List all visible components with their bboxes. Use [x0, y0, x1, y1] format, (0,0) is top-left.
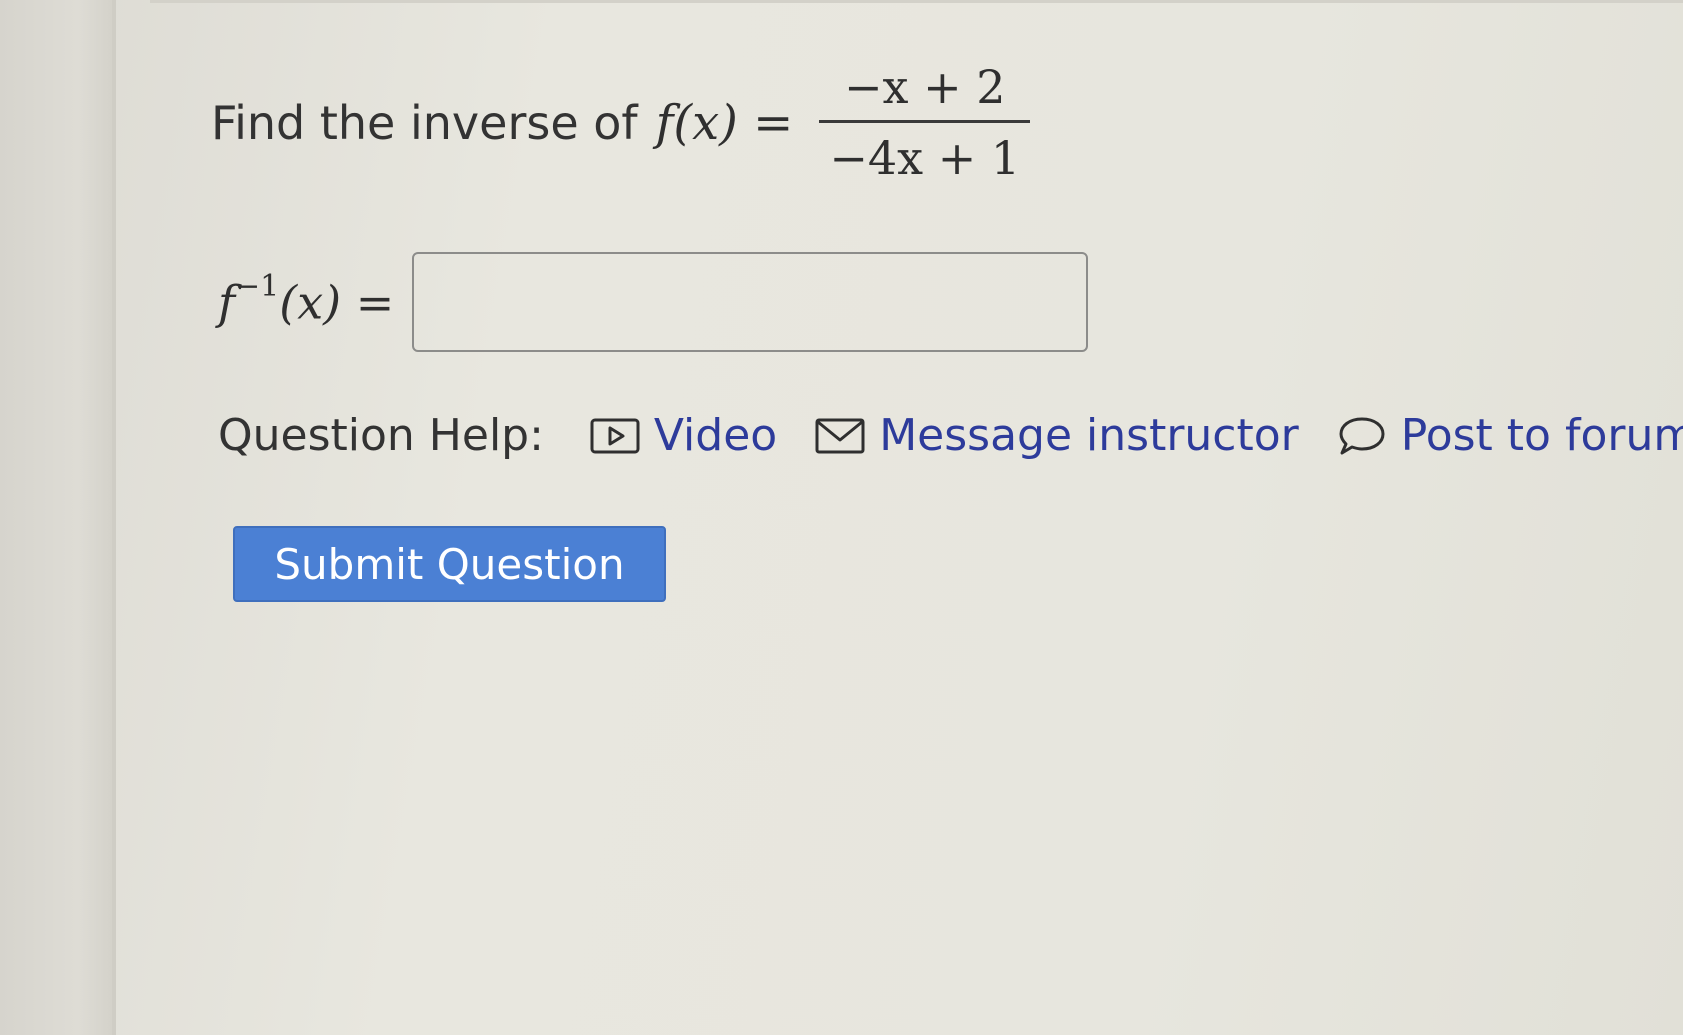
post-to-forum-link[interactable]: Post to forum	[1337, 410, 1683, 461]
answer-input[interactable]	[412, 252, 1089, 352]
video-play-icon	[590, 417, 640, 455]
video-link-label: Video	[653, 410, 778, 461]
question-help: Question Help: Video Message instructor	[218, 410, 1683, 461]
question-statement: Find the inverse of f(x) = −x + 2 −4x + …	[211, 60, 1031, 185]
post-to-forum-label: Post to forum	[1400, 410, 1683, 461]
message-instructor-label: Message instructor	[879, 410, 1299, 461]
fraction-denominator: −4x + 1	[829, 131, 1021, 185]
question-prompt: Find the inverse of	[211, 95, 638, 150]
screen: Find the inverse of f(x) = −x + 2 −4x + …	[0, 0, 1683, 1035]
submit-question-button[interactable]: Submit Question	[233, 526, 666, 602]
video-link[interactable]: Video	[590, 410, 777, 461]
inverse-label: f−1(x) =	[218, 268, 395, 330]
top-divider	[150, 0, 1683, 3]
answer-row: f−1(x) =	[218, 252, 1089, 352]
question-help-label: Question Help:	[218, 410, 544, 461]
envelope-icon	[815, 418, 865, 454]
speech-bubble-icon	[1337, 415, 1387, 457]
left-margin	[0, 0, 116, 1035]
message-instructor-link[interactable]: Message instructor	[815, 410, 1299, 461]
function-fraction: −x + 2 −4x + 1	[819, 60, 1031, 185]
fraction-numerator: −x + 2	[843, 60, 1006, 114]
function-lhs: f(x) =	[655, 94, 794, 151]
